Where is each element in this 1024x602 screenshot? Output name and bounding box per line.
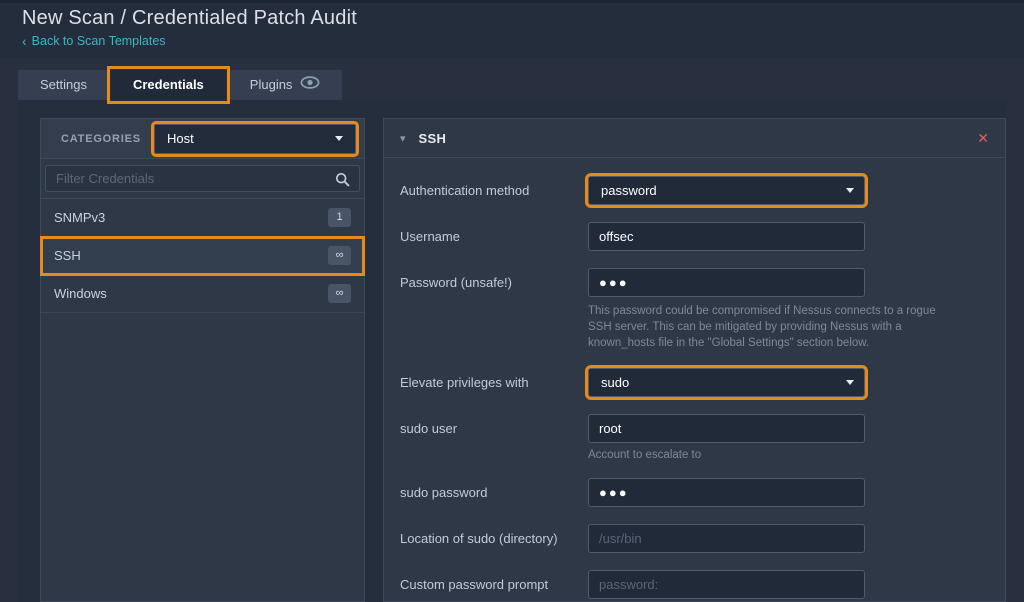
filter-credentials-input[interactable]: [45, 165, 360, 192]
password-masked-value: ●●●: [599, 275, 629, 290]
credentials-tab-content: CATEGORIES Host SNMPv3 1: [18, 100, 1006, 602]
credential-count-badge: ∞: [328, 246, 351, 265]
back-link-label: Back to Scan Templates: [32, 34, 166, 48]
categories-label: CATEGORIES: [61, 133, 141, 145]
custom-prompt-label: Custom password prompt: [400, 570, 588, 599]
tab-settings[interactable]: Settings: [18, 70, 109, 100]
credential-item-windows[interactable]: Windows ∞: [41, 275, 364, 313]
category-dropdown[interactable]: Host: [154, 124, 356, 154]
ssh-panel-header[interactable]: ▾ SSH ✕: [384, 119, 1005, 158]
sudo-location-label: Location of sudo (directory): [400, 524, 588, 553]
sudo-location-row: Location of sudo (directory): [400, 524, 989, 553]
elevate-privileges-row: Elevate privileges with sudo: [400, 368, 989, 397]
tab-plugins[interactable]: Plugins: [228, 70, 343, 100]
page-header: New Scan / Credentialed Patch Audit ‹ Ba…: [0, 0, 1024, 58]
tab-plugins-label: Plugins: [250, 70, 293, 100]
auth-method-row: Authentication method password: [400, 176, 989, 205]
back-chevron-icon: ‹: [22, 35, 27, 47]
categories-header: CATEGORIES Host: [41, 119, 364, 159]
sudo-password-input[interactable]: ●●●: [588, 478, 865, 507]
sudo-user-input[interactable]: [588, 414, 865, 443]
sudo-user-label: sudo user: [400, 414, 588, 461]
credential-item-ssh[interactable]: SSH ∞: [41, 237, 364, 275]
password-help-text: This password could be compromised if Ne…: [588, 303, 956, 351]
username-label: Username: [400, 222, 588, 251]
sudo-password-masked-value: ●●●: [599, 485, 629, 500]
credential-item-snmpv3[interactable]: SNMPv3 1: [41, 199, 364, 237]
chevron-down-icon: [846, 188, 854, 193]
username-input[interactable]: [588, 222, 865, 251]
auth-method-label: Authentication method: [400, 176, 588, 205]
scan-config-tabs: Settings Credentials Plugins: [18, 70, 344, 100]
credential-item-label: SNMPv3: [54, 210, 105, 225]
ssh-credential-panel: ▾ SSH ✕ Authentication method password U…: [383, 118, 1006, 602]
credential-item-label: Windows: [54, 286, 107, 301]
password-row: Password (unsafe!) ●●● This password cou…: [400, 268, 989, 351]
credential-list: SNMPv3 1 SSH ∞ Windows ∞: [41, 199, 364, 313]
category-dropdown-value: Host: [167, 131, 194, 146]
chevron-down-icon: [846, 380, 854, 385]
eye-icon: [300, 70, 320, 100]
credentials-sidebar: CATEGORIES Host SNMPv3 1: [40, 118, 365, 602]
credential-count-badge: ∞: [328, 284, 351, 303]
page-title: New Scan / Credentialed Patch Audit: [22, 7, 357, 30]
filter-row: [41, 159, 364, 199]
search-icon: [335, 172, 350, 192]
password-input[interactable]: ●●●: [588, 268, 865, 297]
tab-credentials-label: Credentials: [133, 70, 204, 100]
nessus-new-scan-page: New Scan / Credentialed Patch Audit ‹ Ba…: [0, 0, 1024, 602]
sudo-password-row: sudo password ●●●: [400, 478, 989, 507]
custom-prompt-input[interactable]: [588, 570, 865, 599]
username-row: Username: [400, 222, 989, 251]
sudo-location-input[interactable]: [588, 524, 865, 553]
elevate-privileges-dropdown[interactable]: sudo: [588, 368, 865, 397]
credential-count-badge: 1: [328, 208, 351, 227]
ssh-form: Authentication method password Username: [384, 158, 1005, 599]
elevate-privileges-value: sudo: [601, 375, 629, 390]
custom-prompt-row: Custom password prompt: [400, 570, 989, 599]
ssh-panel-title: SSH: [419, 131, 447, 146]
close-icon[interactable]: ✕: [977, 130, 989, 147]
auth-method-value: password: [601, 183, 657, 198]
sudo-user-help-text: Account to escalate to: [588, 449, 988, 461]
chevron-down-icon: [335, 136, 343, 141]
password-label: Password (unsafe!): [400, 268, 588, 351]
elevate-privileges-label: Elevate privileges with: [400, 368, 588, 397]
collapse-caret-icon: ▾: [400, 132, 406, 145]
sudo-password-label: sudo password: [400, 478, 588, 507]
sudo-user-row: sudo user Account to escalate to: [400, 414, 989, 461]
tab-settings-label: Settings: [40, 70, 87, 100]
tab-credentials[interactable]: Credentials: [111, 70, 226, 100]
credential-item-label: SSH: [54, 248, 81, 263]
auth-method-dropdown[interactable]: password: [588, 176, 865, 205]
back-to-scan-templates-link[interactable]: ‹ Back to Scan Templates: [22, 34, 166, 48]
